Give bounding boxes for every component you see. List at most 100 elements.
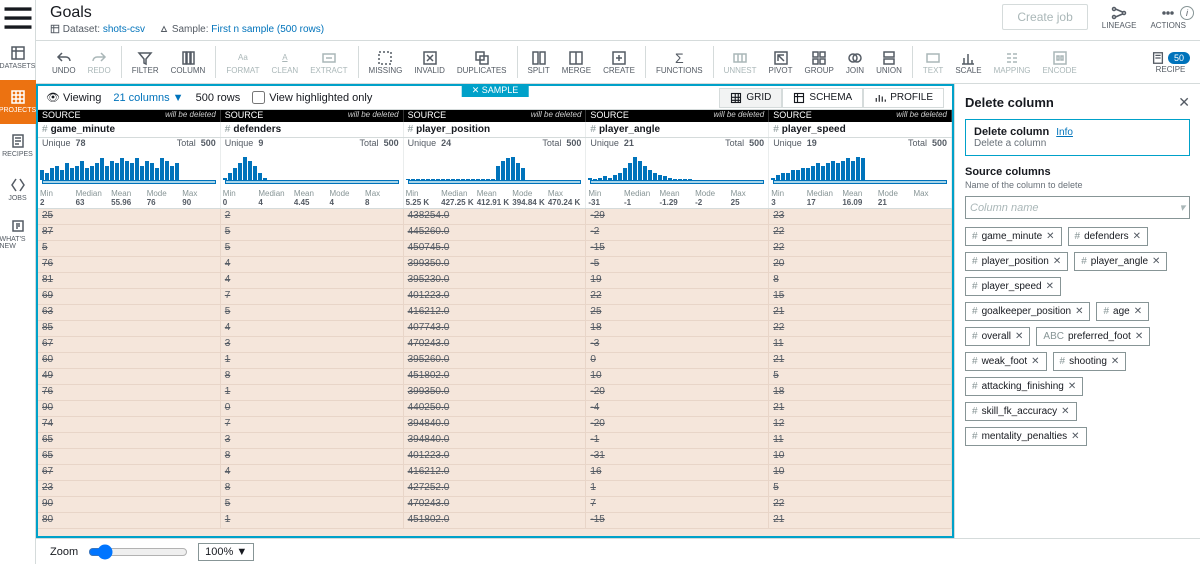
data-cell[interactable]: 3 <box>221 337 404 352</box>
data-cell[interactable]: -20 <box>586 385 769 400</box>
zoom-select[interactable]: 100% ▼ <box>198 543 254 561</box>
data-cell[interactable]: 7 <box>221 289 404 304</box>
data-cell[interactable]: 18 <box>586 321 769 336</box>
data-cell[interactable]: 407743.0 <box>404 321 587 336</box>
col-range[interactable] <box>769 180 952 188</box>
data-cell[interactable]: 69 <box>38 289 221 304</box>
close-icon[interactable]: ✕ <box>1178 94 1190 111</box>
data-cell[interactable]: 18 <box>769 385 952 400</box>
data-cell[interactable]: 416212.0 <box>404 305 587 320</box>
data-cell[interactable]: 67 <box>38 465 221 480</box>
data-cell[interactable]: 20 <box>769 257 952 272</box>
data-cell[interactable]: 76 <box>38 257 221 272</box>
data-cell[interactable]: 4 <box>221 465 404 480</box>
data-cell[interactable]: 23 <box>769 209 952 224</box>
data-cell[interactable]: 11 <box>769 337 952 352</box>
nav-datasets[interactable]: DATASETS <box>0 36 36 80</box>
nav-recipes[interactable]: RECIPES <box>0 124 36 168</box>
data-cell[interactable]: 10 <box>769 449 952 464</box>
text-button[interactable]: TEXT <box>917 42 949 82</box>
data-cell[interactable]: 63 <box>38 305 221 320</box>
data-cell[interactable]: 470243.0 <box>404 337 587 352</box>
data-cell[interactable]: 5 <box>769 481 952 496</box>
data-cell[interactable]: 16 <box>586 465 769 480</box>
data-cell[interactable]: 395230.0 <box>404 273 587 288</box>
remove-chip-icon[interactable]: ✕ <box>1046 231 1054 242</box>
clean-button[interactable]: ACLEAN <box>266 42 305 82</box>
sample-tag[interactable]: ✕ SAMPLE <box>462 84 529 97</box>
data-cell[interactable]: 427252.0 <box>404 481 587 496</box>
data-cell[interactable]: 8 <box>769 273 952 288</box>
data-cell[interactable]: 80 <box>38 513 221 528</box>
data-cell[interactable]: 4 <box>221 257 404 272</box>
data-cell[interactable]: 11 <box>769 433 952 448</box>
data-cell[interactable]: 10 <box>769 465 952 480</box>
data-cell[interactable]: 22 <box>769 497 952 512</box>
join-button[interactable]: JOIN <box>840 42 870 82</box>
remove-chip-icon[interactable]: ✕ <box>1031 356 1039 367</box>
col-name-defenders[interactable]: #defenders <box>221 122 404 137</box>
remove-chip-icon[interactable]: ✕ <box>1133 231 1141 242</box>
data-cell[interactable]: 3 <box>221 433 404 448</box>
data-cell[interactable]: 25 <box>586 305 769 320</box>
data-cell[interactable]: 67 <box>38 337 221 352</box>
data-cell[interactable]: 1 <box>221 385 404 400</box>
remove-chip-icon[interactable]: ✕ <box>1075 306 1083 317</box>
column-chip-overall[interactable]: #overall✕ <box>965 327 1030 346</box>
data-cell[interactable]: 22 <box>769 321 952 336</box>
columns-dropdown[interactable]: 21 columns ▼ <box>113 92 183 104</box>
info-link[interactable]: Info <box>1056 127 1073 138</box>
create-button[interactable]: CREATE <box>597 42 641 82</box>
remove-chip-icon[interactable]: ✕ <box>1046 281 1054 292</box>
data-cell[interactable]: 5 <box>221 305 404 320</box>
remove-chip-icon[interactable]: ✕ <box>1152 256 1160 267</box>
data-cell[interactable]: 399350.0 <box>404 257 587 272</box>
menu-icon[interactable] <box>0 0 36 36</box>
data-cell[interactable]: 19 <box>586 273 769 288</box>
dataset-link[interactable]: shots-csv <box>103 24 145 35</box>
data-cell[interactable]: 15 <box>769 289 952 304</box>
nav-whatsnew[interactable]: WHAT'S NEW <box>0 212 36 256</box>
column-chip-goalkeeper_position[interactable]: #goalkeeper_position✕ <box>965 302 1090 321</box>
data-cell[interactable]: 394840.0 <box>404 433 587 448</box>
column-chip-game_minute[interactable]: #game_minute✕ <box>965 227 1062 246</box>
data-cell[interactable]: 21 <box>769 401 952 416</box>
data-cell[interactable]: 87 <box>38 225 221 240</box>
column-button[interactable]: COLUMN <box>165 42 212 82</box>
col-name-player_position[interactable]: #player_position <box>404 122 587 137</box>
remove-chip-icon[interactable]: ✕ <box>1111 356 1119 367</box>
data-cell[interactable]: 451802.0 <box>404 369 587 384</box>
col-range[interactable] <box>38 180 221 188</box>
data-cell[interactable]: -3 <box>586 337 769 352</box>
filter-button[interactable]: FILTER <box>126 42 165 82</box>
format-button[interactable]: AaFORMAT <box>220 42 265 82</box>
data-cell[interactable]: 0 <box>586 353 769 368</box>
data-cell[interactable]: -4 <box>586 401 769 416</box>
remove-chip-icon[interactable]: ✕ <box>1053 256 1061 267</box>
pivot-button[interactable]: PIVOT <box>763 42 799 82</box>
data-cell[interactable]: -15 <box>586 513 769 528</box>
tab-grid[interactable]: GRID <box>719 88 782 108</box>
nav-projects[interactable]: PROJECTS <box>0 80 36 124</box>
data-cell[interactable]: 4 <box>221 273 404 288</box>
unnest-button[interactable]: UNNEST <box>718 42 763 82</box>
remove-chip-icon[interactable]: ✕ <box>1061 406 1069 417</box>
data-cell[interactable]: 8 <box>221 449 404 464</box>
actions-button[interactable]: ACTIONS <box>1150 5 1186 30</box>
data-cell[interactable]: 21 <box>769 353 952 368</box>
data-cell[interactable]: 5 <box>38 241 221 256</box>
zoom-slider[interactable] <box>88 544 188 560</box>
data-cell[interactable]: 49 <box>38 369 221 384</box>
remove-chip-icon[interactable]: ✕ <box>1015 331 1023 342</box>
data-cell[interactable]: 5 <box>221 497 404 512</box>
mapping-button[interactable]: MAPPING <box>988 42 1037 82</box>
column-chip-mentality_penalties[interactable]: #mentality_penalties✕ <box>965 427 1087 446</box>
data-cell[interactable]: 21 <box>769 513 952 528</box>
data-cell[interactable]: 445260.0 <box>404 225 587 240</box>
column-chip-weak_foot[interactable]: #weak_foot✕ <box>965 352 1047 371</box>
data-cell[interactable]: 22 <box>769 225 952 240</box>
data-cell[interactable]: 470243.0 <box>404 497 587 512</box>
data-cell[interactable]: 440250.0 <box>404 401 587 416</box>
data-cell[interactable]: 394840.0 <box>404 417 587 432</box>
data-cell[interactable]: 85 <box>38 321 221 336</box>
